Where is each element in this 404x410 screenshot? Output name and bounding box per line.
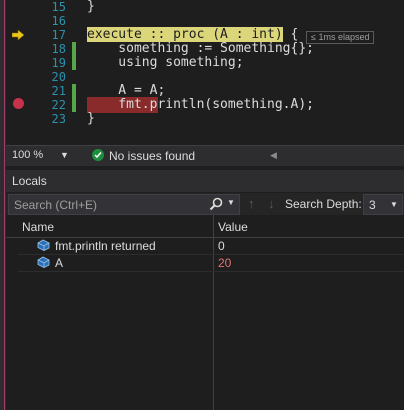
editor-status-bar: 100 % ▼ No issues found ◀ bbox=[6, 145, 404, 166]
search-depth-select[interactable]: 3 ▼ bbox=[363, 194, 403, 215]
zoom-level[interactable]: 100 % bbox=[12, 149, 43, 161]
code-text: using something; bbox=[87, 55, 244, 70]
local-value[interactable]: 0 bbox=[218, 239, 225, 253]
chevron-down-icon: ▼ bbox=[390, 200, 398, 209]
line-number: 23 bbox=[51, 112, 66, 126]
code-line: 23 } bbox=[6, 111, 404, 127]
panel-title: Locals bbox=[12, 174, 47, 188]
grid-header: Name Value bbox=[6, 217, 404, 238]
search-input[interactable]: Search (Ctrl+E) ▼ bbox=[8, 194, 240, 215]
check-circle-icon bbox=[92, 149, 104, 161]
search-previous-arrow-icon[interactable]: ↑ bbox=[248, 196, 255, 211]
line-number: 17 bbox=[51, 28, 66, 42]
search-placeholder: Search (Ctrl+E) bbox=[14, 198, 98, 212]
line-number: 20 bbox=[51, 70, 66, 84]
code-text: fmt.println(something.A); bbox=[87, 97, 314, 112]
code-text-tail: { bbox=[282, 27, 299, 42]
zoom-dropdown-icon[interactable]: ▼ bbox=[60, 150, 69, 160]
line-number: 22 bbox=[51, 98, 66, 112]
locals-row[interactable]: fmt.println returned 0 bbox=[6, 237, 404, 254]
code-line-breakpoint: 22 fmt.println(something.A); bbox=[6, 97, 404, 113]
code-text: execute :: proc (A : int) { bbox=[87, 27, 299, 42]
code-text: } bbox=[87, 0, 95, 14]
code-line: 19 using something; bbox=[6, 55, 404, 71]
search-icon[interactable] bbox=[209, 197, 223, 211]
line-number: 19 bbox=[51, 56, 66, 70]
execution-highlight: execute :: proc (A : int) bbox=[87, 27, 283, 42]
line-number: 16 bbox=[51, 14, 66, 28]
code-line: 16 bbox=[6, 14, 404, 28]
line-number: 21 bbox=[51, 84, 66, 98]
column-header-value[interactable]: Value bbox=[218, 220, 248, 234]
code-line: 15 } bbox=[6, 0, 404, 14]
code-line: 21 A = A; bbox=[6, 83, 404, 99]
search-depth-label: Search Depth: bbox=[285, 197, 362, 211]
issues-status[interactable]: No issues found bbox=[109, 149, 195, 163]
local-value[interactable]: 20 bbox=[218, 256, 231, 270]
line-number: 15 bbox=[51, 0, 66, 14]
locals-toolbar: Search (Ctrl+E) ▼ ↑ ↓ Search Depth: 3 ▼ bbox=[6, 193, 404, 215]
code-text: A = A; bbox=[87, 83, 166, 98]
locals-panel-header: Locals bbox=[6, 170, 404, 192]
search-depth-value: 3 bbox=[369, 198, 376, 212]
line-number: 18 bbox=[51, 42, 66, 56]
code-line: 18 something := Something{}; bbox=[6, 41, 404, 57]
locals-row[interactable]: A 20 bbox=[6, 254, 404, 271]
code-line: 20 bbox=[6, 70, 404, 84]
local-name: fmt.println returned bbox=[55, 239, 156, 253]
field-cube-icon bbox=[37, 256, 50, 268]
scroll-left-icon[interactable]: ◀ bbox=[270, 150, 277, 161]
field-cube-icon bbox=[37, 239, 50, 251]
code-editor[interactable]: 15 } 16 17 execute :: proc (A : int) { ≤… bbox=[6, 0, 404, 144]
locals-grid: Name Value fmt.println returned 0 A 20 bbox=[6, 215, 404, 410]
local-name: A bbox=[55, 256, 64, 270]
accent-border bbox=[4, 0, 5, 410]
column-header-name[interactable]: Name bbox=[22, 220, 54, 234]
code-text: } bbox=[87, 111, 95, 126]
row-divider bbox=[18, 271, 404, 272]
search-options-dropdown-icon[interactable]: ▼ bbox=[227, 198, 235, 207]
search-next-arrow-icon[interactable]: ↓ bbox=[268, 196, 275, 211]
code-text: something := Something{}; bbox=[87, 41, 314, 56]
